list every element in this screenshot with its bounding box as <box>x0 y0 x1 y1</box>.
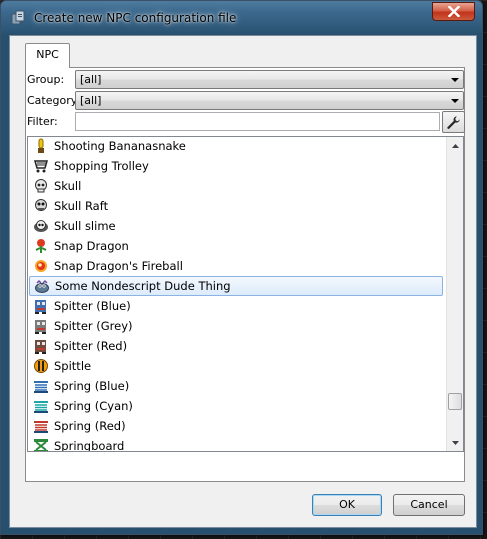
list-item[interactable]: Spitter (Red) <box>28 336 444 356</box>
bananasnake-icon <box>33 138 49 154</box>
npc-list-items: Shooting Bananasnake Shopping Trolley Skul… <box>28 137 444 452</box>
spring-icon <box>33 398 49 414</box>
cancel-button[interactable]: Cancel <box>393 494 465 516</box>
list-item-label: Spitter (Blue) <box>54 299 131 313</box>
npc-list[interactable]: Shooting Bananasnake Shopping Trolley Skul… <box>27 136 464 452</box>
filter-label: Filter: <box>27 115 58 128</box>
group-value: [all] <box>80 73 102 86</box>
chevron-down-icon <box>451 440 459 445</box>
spitter-icon <box>33 318 49 334</box>
springboard-icon <box>33 438 49 451</box>
vertical-scrollbar[interactable] <box>446 137 463 451</box>
list-item[interactable]: Skull slime <box>28 216 444 236</box>
category-value: [all] <box>80 94 102 107</box>
list-item[interactable]: Spittle <box>28 356 444 376</box>
list-item[interactable]: Skull <box>28 176 444 196</box>
dude-thing-icon <box>34 278 50 294</box>
list-item-label: Springboard <box>54 439 125 452</box>
list-item-label: Snap Dragon <box>54 239 129 253</box>
list-item[interactable]: Shopping Trolley <box>28 156 444 176</box>
skull-icon <box>33 178 49 194</box>
spring-icon <box>33 378 49 394</box>
skull-slime-icon <box>33 218 49 234</box>
list-item-label: Spitter (Grey) <box>54 319 133 333</box>
group-label: Group: <box>27 73 65 86</box>
scrollbar-thumb[interactable] <box>448 393 462 410</box>
dialog-window: Create new NPC configuration file NPC Gr… <box>0 0 483 535</box>
spittle-icon <box>33 358 49 374</box>
category-combobox[interactable]: [all] <box>75 91 464 110</box>
group-combobox[interactable]: [all] <box>75 70 464 89</box>
spitter-icon <box>33 338 49 354</box>
list-item[interactable]: Spitter (Grey) <box>28 316 444 336</box>
list-item-label: Skull slime <box>54 219 116 233</box>
list-item[interactable]: Some Nondescript Dude Thing <box>29 276 443 296</box>
list-item-label: Snap Dragon's Fireball <box>54 259 183 273</box>
list-item-label: Skull Raft <box>54 199 109 213</box>
list-item-label: Spittle <box>54 359 92 373</box>
skull-raft-icon <box>33 198 49 214</box>
list-item-label: Some Nondescript Dude Thing <box>55 279 231 293</box>
chevron-down-icon <box>451 99 459 103</box>
wrench-icon <box>447 115 460 129</box>
list-item-label: Skull <box>54 179 82 193</box>
list-item-label: Spring (Red) <box>54 419 126 433</box>
filter-input[interactable] <box>75 112 440 131</box>
app-icon <box>10 10 26 26</box>
scroll-up-button[interactable] <box>447 137 463 154</box>
scroll-down-button[interactable] <box>447 434 463 451</box>
list-item[interactable]: Shooting Bananasnake <box>28 137 444 156</box>
list-item[interactable]: Skull Raft <box>28 196 444 216</box>
title-bar[interactable]: Create new NPC configuration file <box>1 1 482 35</box>
spitter-icon <box>33 298 49 314</box>
list-item[interactable]: Spring (Blue) <box>28 376 444 396</box>
category-label: Category: <box>27 94 81 107</box>
ok-button[interactable]: OK <box>312 494 382 516</box>
fireball-icon <box>33 258 49 274</box>
list-item[interactable]: Spitter (Blue) <box>28 296 444 316</box>
list-item-label: Spitter (Red) <box>54 339 128 353</box>
dialog-client-area: NPC Group: [all] Category: [all] Filter:… <box>9 35 477 528</box>
list-item-label: Shopping Trolley <box>54 159 149 173</box>
list-item[interactable]: Springboard <box>28 436 444 452</box>
snap-dragon-icon <box>33 238 49 254</box>
close-button[interactable] <box>432 2 475 21</box>
close-icon <box>447 6 460 17</box>
trolley-icon <box>33 158 49 174</box>
list-item[interactable]: Snap Dragon <box>28 236 444 256</box>
filter-options-button[interactable] <box>442 111 465 133</box>
list-item[interactable]: Snap Dragon's Fireball <box>28 256 444 276</box>
list-item-label: Spring (Blue) <box>54 379 130 393</box>
list-item-label: Spring (Cyan) <box>54 399 133 413</box>
spring-icon <box>33 418 49 434</box>
list-item[interactable]: Spring (Red) <box>28 416 444 436</box>
tab-npc[interactable]: NPC <box>25 43 70 68</box>
list-item[interactable]: Spring (Cyan) <box>28 396 444 416</box>
window-title: Create new NPC configuration file <box>34 11 237 25</box>
chevron-up-icon <box>451 143 459 148</box>
chevron-down-icon <box>451 78 459 82</box>
list-item-label: Shooting Bananasnake <box>54 139 186 153</box>
npc-tab-panel: Group: [all] Category: [all] Filter: Sho… <box>25 67 465 482</box>
